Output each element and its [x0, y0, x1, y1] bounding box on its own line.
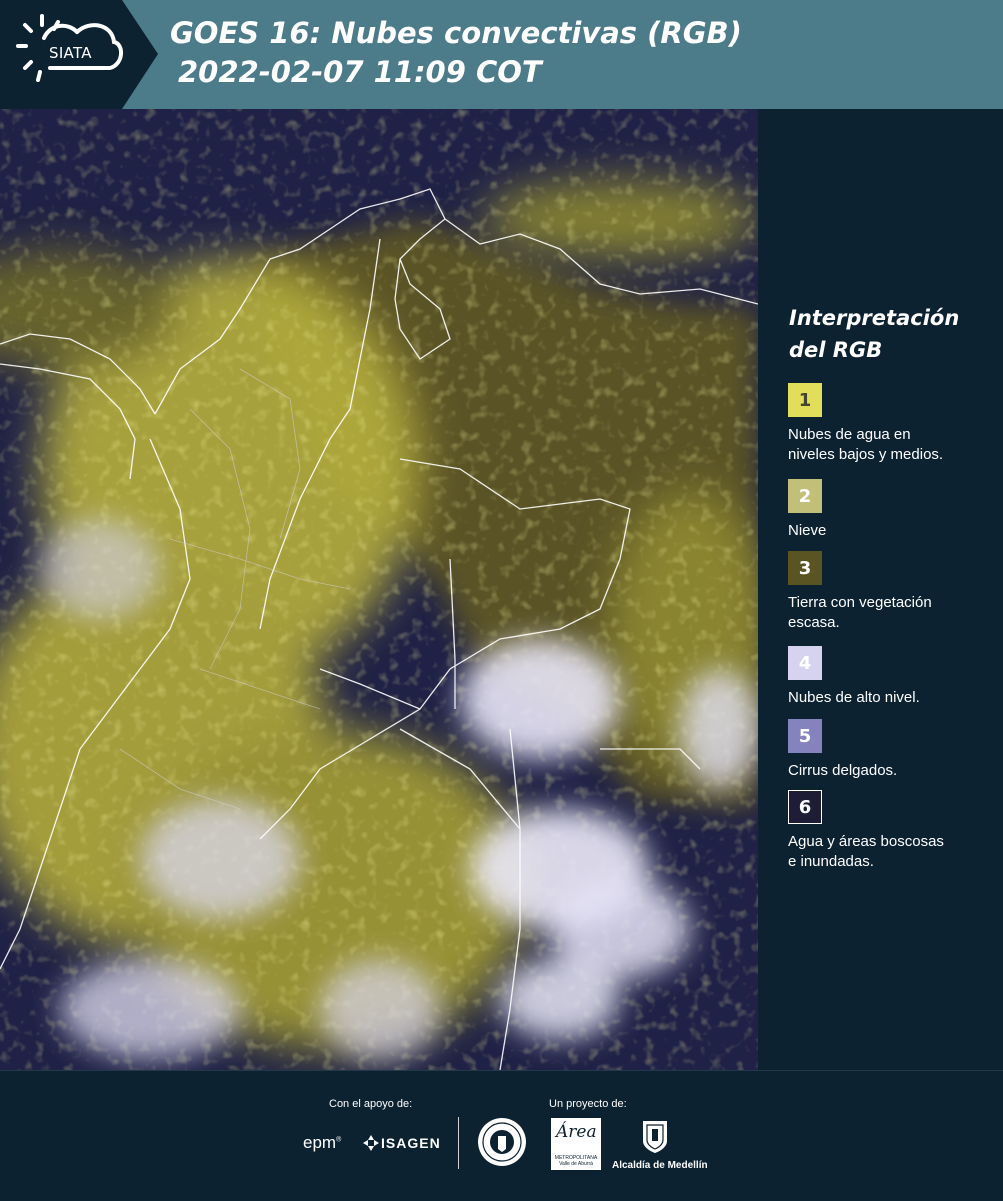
epm-text: epm: [303, 1133, 337, 1152]
registered-mark: ®: [336, 1136, 342, 1144]
header-bar: SIATA GOES 16: Nubes convectivas (RGB) 2…: [0, 0, 1003, 109]
legend-number: 3: [798, 557, 812, 579]
legend-item-4: 4 Nubes de alto nivel.: [788, 646, 998, 708]
legend-number: 4: [798, 652, 812, 674]
legend-panel: Interpretación del RGB 1 Nubes de agua e…: [758, 109, 1003, 1070]
legend-label: Cirrus delgados.: [788, 761, 998, 781]
legend-swatch: 2: [788, 479, 822, 513]
alcaldia-crest-icon[interactable]: [641, 1119, 669, 1155]
legend-title-line1: Interpretación: [789, 306, 960, 330]
legend-title: Interpretación del RGB: [789, 302, 999, 366]
support-label: Con el apoyo de:: [329, 1098, 413, 1110]
satellite-map[interactable]: [0, 109, 758, 1070]
legend-item-5: 5 Cirrus delgados.: [788, 719, 998, 781]
timestamp: 2022-02-07 11:09 COT: [178, 55, 542, 89]
siata-logo[interactable]: SIATA: [0, 0, 158, 109]
alcaldia-label: Alcaldía de Medellín: [612, 1160, 708, 1171]
page-title: GOES 16: Nubes convectivas (RGB): [170, 16, 742, 50]
legend-number: 2: [798, 485, 812, 507]
legend-label: Tierra con vegetación escasa.: [788, 593, 998, 633]
medellin-seal-icon[interactable]: [477, 1117, 527, 1167]
project-label: Un proyecto de:: [549, 1098, 627, 1110]
legend-item-6: 6 Agua y áreas boscosas e inundadas.: [788, 790, 998, 872]
legend-swatch: 1: [788, 383, 822, 417]
legend-swatch: 3: [788, 551, 822, 585]
legend-label-line1: Nubes de alto nivel.: [788, 689, 920, 706]
legend-label-line2: e inundadas.: [788, 853, 874, 870]
isagen-logo-icon: [363, 1135, 379, 1151]
footer: Con el apoyo de: Un proyecto de: epm® IS…: [0, 1070, 1003, 1201]
area-logo-word: Área: [556, 1122, 597, 1142]
legend-label: Agua y áreas boscosas e inundadas.: [788, 832, 998, 872]
legend-number: 1: [798, 389, 812, 411]
epm-logo[interactable]: epm®: [303, 1133, 341, 1153]
satellite-image: [0, 109, 758, 1070]
legend-item-1: 1 Nubes de agua en niveles bajos y medio…: [788, 383, 998, 465]
legend-label-line2: niveles bajos y medios.: [788, 446, 944, 463]
legend-item-2: 2 Nieve: [788, 479, 998, 541]
legend-label-line1: Agua y áreas boscosas: [788, 833, 944, 850]
legend-label: Nubes de agua en niveles bajos y medios.: [788, 425, 998, 465]
legend-label: Nubes de alto nivel.: [788, 688, 998, 708]
legend-label-line1: Nubes de agua en: [788, 426, 911, 443]
legend-swatch: 4: [788, 646, 822, 680]
logo-text: SIATA: [49, 44, 92, 62]
legend-label: Nieve: [788, 521, 998, 541]
legend-swatch: 5: [788, 719, 822, 753]
legend-number: 5: [798, 725, 812, 747]
isagen-logo[interactable]: ISAGEN: [381, 1135, 441, 1151]
footer-divider: [458, 1117, 459, 1169]
legend-label-line2: escasa.: [788, 614, 840, 631]
legend-label-line1: Nieve: [788, 522, 827, 539]
legend-item-3: 3 Tierra con vegetación escasa.: [788, 551, 998, 633]
legend-swatch: 6: [788, 790, 822, 824]
legend-label-line1: Cirrus delgados.: [788, 762, 898, 779]
legend-title-line2: del RGB: [789, 338, 883, 362]
legend-label-line1: Tierra con vegetación: [788, 594, 932, 611]
legend-number: 6: [798, 796, 812, 818]
area-logo-subtitle: METROPOLITANA Valle de Aburrá: [554, 1155, 598, 1167]
